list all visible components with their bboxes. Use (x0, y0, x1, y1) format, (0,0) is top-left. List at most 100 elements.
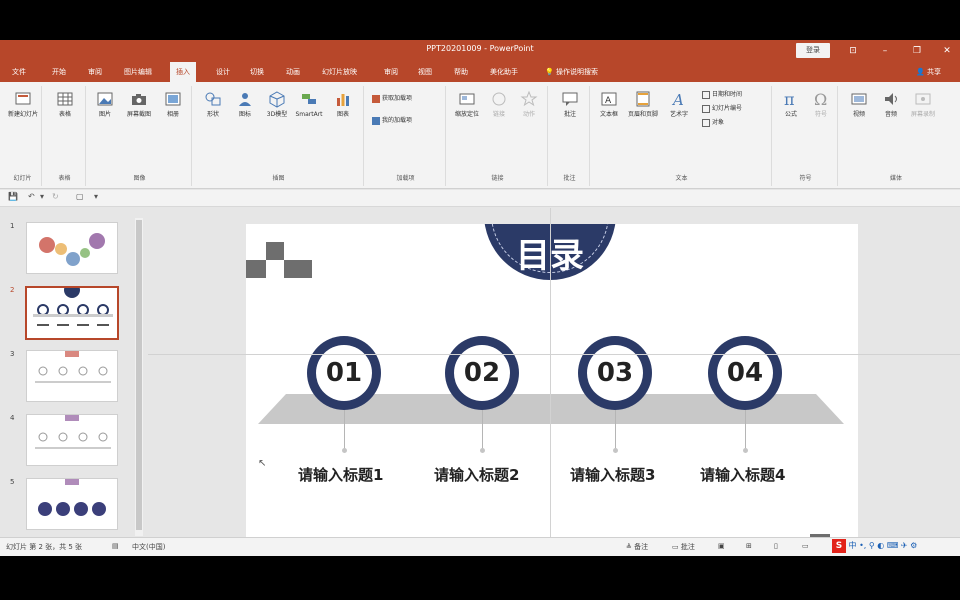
tab-animations[interactable]: 动画 (286, 62, 300, 82)
3d-models-button[interactable]: 3D模型 (262, 90, 292, 119)
action-label: 动作 (522, 111, 535, 118)
thumb-3-preview (35, 351, 111, 383)
slide-sorter-icon[interactable]: ⊞ (746, 542, 752, 550)
tell-me-search[interactable]: 💡 操作说明搜索 (545, 62, 598, 82)
spellcheck-icon[interactable]: ▤ (112, 542, 119, 550)
slide-thumbnail-2[interactable] (25, 282, 119, 340)
notes-button[interactable]: ≜ 备注 (626, 542, 648, 552)
tab-insert[interactable]: 插入 (170, 62, 196, 82)
chart-button[interactable]: 图表 (328, 90, 358, 119)
slide-thumbnail-3[interactable] (26, 350, 118, 402)
scrollbar-thumb[interactable] (136, 220, 142, 530)
date-time-button[interactable]: 日期和时间 (702, 90, 742, 100)
tab-design[interactable]: 设计 (216, 62, 230, 82)
tab-help[interactable]: 帮助 (454, 62, 468, 82)
thumb-5-preview (38, 479, 106, 516)
current-slide[interactable]: 目录 01 请输入标题1 02 请输入标题2 03 请输入标题3 04 请输入标… (246, 224, 858, 556)
tab-view[interactable]: 视图 (418, 62, 432, 82)
item-dot (743, 448, 748, 453)
screen-recording-button[interactable]: 屏幕录制 (908, 90, 938, 119)
tab-home[interactable]: 开始 (52, 62, 66, 82)
link-label: 链接 (492, 111, 505, 118)
comments-button[interactable]: ▭ 批注 (672, 542, 695, 552)
svg-text:π: π (784, 90, 795, 108)
tab-file[interactable]: 文件 (12, 62, 26, 82)
signin-button[interactable]: 登录 (796, 43, 830, 58)
reading-view-icon[interactable]: ▯ (774, 542, 778, 550)
item-heading-4[interactable]: 请输入标题4 (700, 464, 785, 485)
item-circle-2[interactable]: 02 (445, 336, 519, 410)
normal-view-icon[interactable]: ▣ (718, 542, 725, 550)
textbox-button[interactable]: A 文本框 (594, 90, 624, 119)
equation-button[interactable]: π 公式 (776, 90, 806, 119)
start-from-beginning-icon[interactable]: ▢ (76, 192, 84, 201)
item-heading-3[interactable]: 请输入标题3 (570, 464, 655, 485)
object-button[interactable]: 对象 (702, 118, 724, 128)
vertical-guide[interactable] (550, 208, 551, 544)
tab-beautify[interactable]: 美化助手 (490, 62, 518, 82)
table-button[interactable]: 表格 (50, 90, 80, 119)
item-dot (342, 448, 347, 453)
item-heading-2[interactable]: 请输入标题2 (434, 464, 519, 485)
photo-album-label: 相册 (166, 111, 179, 118)
undo-dropdown-icon[interactable]: ▾ (40, 192, 44, 201)
action-button[interactable]: 动作 (514, 90, 544, 119)
table-label: 表格 (58, 111, 71, 118)
header-footer-button[interactable]: 页眉和页脚 (628, 90, 658, 119)
my-addins-button[interactable]: 我的加载项 (372, 116, 412, 126)
shapes-button[interactable]: 形状 (198, 90, 228, 119)
customize-qat-icon[interactable]: ▾ (94, 192, 98, 201)
group-illustrations: 形状 图标 3D模型 SmartArt 图表 插图 (194, 86, 364, 186)
thumbnails-scrollbar[interactable] (135, 218, 143, 536)
new-slide-button[interactable]: 新建幻灯片 (8, 90, 38, 119)
item-circle-3[interactable]: 03 (578, 336, 652, 410)
maximize-icon[interactable]: ❐ (910, 44, 924, 58)
tab-transitions[interactable]: 切换 (250, 62, 264, 82)
pictures-button[interactable]: 图片 (90, 90, 120, 119)
item-circle-1[interactable]: 01 (307, 336, 381, 410)
slide-editing-area: 目录 01 请输入标题1 02 请输入标题2 03 请输入标题3 04 请输入标… (148, 208, 960, 556)
shapes-label: 形状 (206, 111, 219, 118)
ime-toolbar[interactable]: S 中 •, ⚲ ◐ ⌨ ✈ ⚙ (832, 539, 917, 555)
tab-slideshow[interactable]: 幻灯片放映 (322, 62, 357, 82)
icons-button[interactable]: 图标 (230, 90, 260, 119)
comment-button[interactable]: 批注 (555, 90, 585, 119)
close-icon[interactable]: ✕ (940, 44, 954, 58)
smartart-button[interactable]: SmartArt (294, 90, 324, 119)
screenshot-button[interactable]: 屏幕截图 (124, 90, 154, 119)
slide-number-button[interactable]: 幻灯片编号 (702, 104, 742, 114)
zoom-button[interactable]: 缩放定位 (452, 90, 482, 119)
video-button[interactable]: 视频 (844, 90, 874, 119)
save-icon[interactable]: 💾 (8, 192, 18, 201)
tab-picture-edit[interactable]: 图片编辑 (124, 62, 152, 82)
ribbon-display-icon[interactable]: ⊡ (846, 44, 860, 58)
slideshow-icon[interactable]: ▭ (802, 542, 809, 550)
share-button[interactable]: 👤 共享 (916, 62, 941, 82)
chart-label: 图表 (336, 111, 349, 118)
redo-icon[interactable]: ↻ (52, 192, 59, 201)
sogou-ime-icon[interactable]: S (832, 539, 846, 553)
slide-thumbnail-4[interactable] (26, 414, 118, 466)
language-indicator[interactable]: 中文(中国) (132, 542, 165, 552)
tab-review[interactable]: 审阅 (384, 62, 398, 82)
undo-icon[interactable]: ↶ (28, 192, 35, 201)
item-circle-4[interactable]: 04 (708, 336, 782, 410)
item-heading-1[interactable]: 请输入标题1 (298, 464, 383, 485)
speaker-icon (885, 93, 897, 105)
wordart-button[interactable]: A 艺术字 (664, 90, 694, 119)
get-addins-button[interactable]: 获取加载项 (372, 94, 412, 104)
link-button[interactable]: 链接 (484, 90, 514, 119)
photo-album-button[interactable]: 相册 (158, 90, 188, 119)
tab-review-1[interactable]: 审阅 (88, 62, 102, 82)
symbol-button[interactable]: Ω 符号 (806, 90, 836, 119)
mouse-cursor-icon: ↖ (258, 458, 267, 469)
audio-button[interactable]: 音频 (876, 90, 906, 119)
screenshot-label: 屏幕截图 (126, 111, 151, 118)
item-stem (344, 410, 345, 450)
group-links: 缩放定位 链接 动作 链接 (448, 86, 548, 186)
slide-thumbnail-1[interactable] (26, 222, 118, 274)
slide-thumbnail-5[interactable] (26, 478, 118, 530)
horizontal-guide[interactable] (148, 354, 960, 355)
minimize-icon[interactable]: – (878, 44, 892, 58)
ime-mode-icons[interactable]: 中 •, ⚲ ◐ ⌨ ✈ ⚙ (849, 541, 918, 550)
